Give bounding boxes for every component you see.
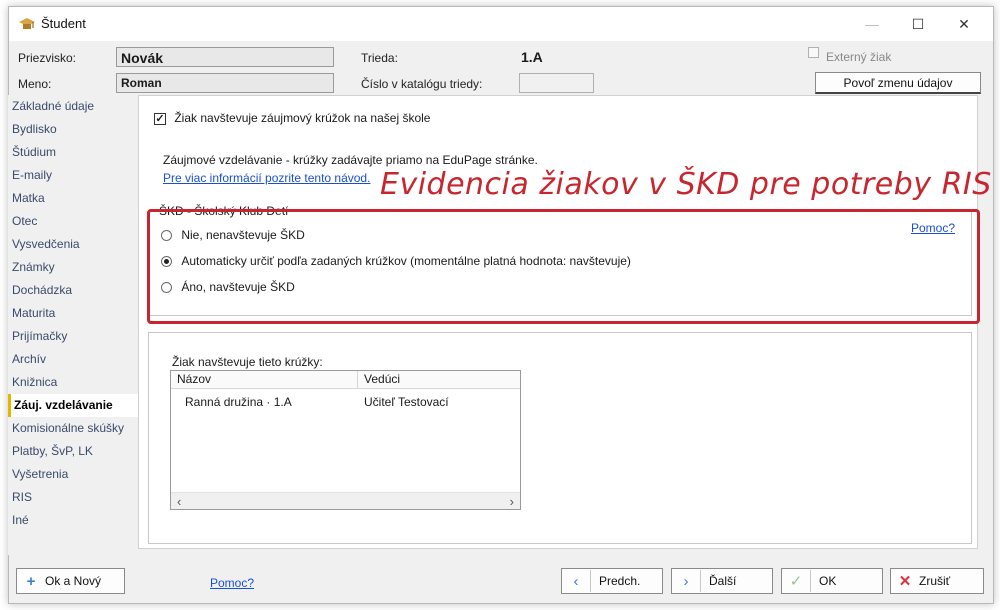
club-leader-cell: Učiteľ Testovací: [364, 395, 449, 409]
plus-icon: +: [26, 572, 36, 590]
next-button[interactable]: › Ďalší: [671, 568, 773, 594]
info-text: Záujmové vzdelávanie - krúžky zadávajte …: [163, 153, 538, 167]
previous-button[interactable]: ‹ Predch.: [561, 568, 663, 594]
sidebar-item-residence[interactable]: Bydlisko: [8, 118, 144, 141]
next-label: Ďalší: [709, 574, 737, 588]
minimize-button[interactable]: —: [849, 7, 895, 41]
cancel-label: Zrušiť: [919, 574, 951, 588]
sidebar-item-interest-education[interactable]: Záuj. vzdelávanie: [8, 394, 144, 417]
external-student-checkbox[interactable]: [808, 47, 819, 58]
external-student-label: Externý žiak: [826, 50, 892, 64]
attends-club-checkbox[interactable]: ✓: [154, 112, 166, 125]
button-separator: [700, 570, 701, 592]
sidebar-item-attendance[interactable]: Dochádzka: [8, 279, 144, 302]
allow-change-button[interactable]: Povoľ zmenu údajov: [815, 72, 981, 94]
sidebar-item-report-cards[interactable]: Vysvedčenia: [8, 233, 144, 256]
class-value: 1.A: [521, 49, 543, 65]
attends-club-label: Žiak navštevuje záujmový krúžok na našej…: [174, 111, 431, 125]
club-name-cell: Ranná družina · 1.A: [185, 395, 292, 409]
cross-icon: ✕: [898, 573, 912, 590]
cancel-button[interactable]: ✕ Zrušiť: [890, 568, 984, 594]
button-separator: [810, 570, 811, 592]
graduation-cap-icon: [19, 18, 35, 29]
sidebar-item-commission-exams[interactable]: Komisionálne skúšky: [8, 417, 144, 440]
sidebar-item-ris[interactable]: RIS: [8, 486, 144, 509]
surname-label: Priezvisko:: [18, 51, 77, 65]
scroll-left-icon[interactable]: ‹: [177, 494, 181, 509]
title-bar: Študent — ☐ ✕: [9, 7, 993, 41]
sidebar-item-examinations[interactable]: Vyšetrenia: [8, 463, 144, 486]
column-header-name[interactable]: Názov: [171, 371, 358, 389]
attends-club-row: ✓ Žiak navštevuje záujmový krúžok na naš…: [154, 111, 430, 125]
footer-help-link[interactable]: Pomoc?: [210, 576, 254, 590]
scroll-right-icon[interactable]: ›: [510, 494, 514, 509]
info-guide-link[interactable]: Pre viac informácií pozrite tento návod.: [163, 171, 370, 185]
name-label: Meno:: [18, 77, 52, 91]
maximize-button[interactable]: ☐: [895, 7, 941, 41]
window-title: Študent: [41, 16, 86, 31]
surname-field[interactable]: Novák: [116, 47, 334, 67]
annotation-highlight-frame: [147, 209, 980, 324]
sidebar-item-basic-data[interactable]: Základné údaje: [8, 95, 144, 118]
button-separator: [590, 570, 591, 592]
catalog-label: Číslo v katalógu triedy:: [361, 77, 483, 91]
sidebar-item-admissions[interactable]: Prijímačky: [8, 325, 144, 348]
annotation-text: Evidencia žiakov v ŠKD pre potreby RIS: [380, 167, 992, 202]
sidebar-item-archive[interactable]: Archív: [8, 348, 144, 371]
close-button[interactable]: ✕: [941, 7, 987, 41]
sidebar-item-library[interactable]: Knižnica: [8, 371, 144, 394]
catalog-number-field[interactable]: [519, 73, 594, 93]
class-label: Trieda:: [361, 51, 398, 65]
chevron-right-icon: ›: [683, 572, 689, 590]
column-header-leader[interactable]: Vedúci: [358, 371, 522, 389]
ok-and-new-label: Ok a Nový: [45, 574, 102, 588]
clubs-list[interactable]: Názov Vedúci Ranná družina · 1.A Učiteľ …: [170, 370, 521, 510]
checkmark-icon: ✓: [789, 573, 803, 590]
sidebar-item-study[interactable]: Štúdium: [8, 141, 144, 164]
chevron-left-icon: ‹: [573, 572, 579, 590]
sidebar-item-graduation[interactable]: Maturita: [8, 302, 144, 325]
clubs-label: Žiak navštevuje tieto krúžky:: [172, 355, 323, 369]
ok-button[interactable]: ✓ OK: [781, 568, 883, 594]
sidebar-item-grades[interactable]: Známky: [8, 256, 144, 279]
sidebar-item-other[interactable]: Iné: [8, 509, 144, 532]
ok-and-new-button[interactable]: + Ok a Nový: [16, 568, 125, 594]
sidebar-item-mother[interactable]: Matka: [8, 187, 144, 210]
name-field[interactable]: Roman: [116, 73, 334, 93]
ok-label: OK: [819, 574, 837, 588]
horizontal-scrollbar[interactable]: ‹ ›: [171, 492, 520, 509]
sidebar-nav: Základné údaje Bydlisko Štúdium E-maily …: [8, 95, 144, 555]
sidebar-item-payments[interactable]: Platby, ŠvP, LK: [8, 440, 144, 463]
sidebar-item-emails[interactable]: E-maily: [8, 164, 144, 187]
previous-label: Predch.: [599, 574, 641, 588]
clubs-list-header: Názov Vedúci: [171, 371, 520, 389]
sidebar-item-father[interactable]: Otec: [8, 210, 144, 233]
